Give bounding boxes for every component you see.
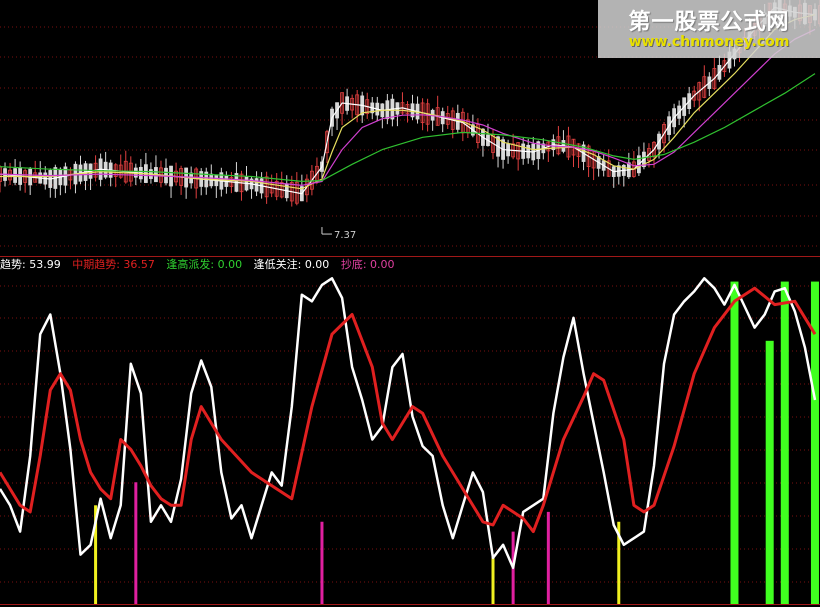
legend-item-bottom-buy: 抄底: 0.00 — [340, 258, 395, 271]
site-watermark: 第一股票公式网 www.chnmoney.com — [598, 0, 820, 58]
watermark-title: 第一股票公式网 — [628, 10, 790, 35]
signal-bar — [134, 482, 138, 604]
signal-bar — [780, 281, 789, 604]
watermark-url: www.chnmoney.com — [628, 34, 790, 50]
signal-bar — [765, 340, 774, 604]
stock-chart: 7.37 — [0, 0, 820, 607]
indicator-legend: 趋势: 53.99 中期趋势: 36.57 逢高派发: 0.00 逢低关注: 0… — [0, 257, 395, 273]
legend-item-short-trend: 趋势: 53.99 — [0, 258, 61, 271]
legend-item-sell-high: 逢高派发: 0.00 — [166, 258, 243, 271]
low-marker-label: 7.37 — [334, 230, 356, 241]
signal-bar — [491, 554, 495, 604]
signal-bar — [546, 511, 550, 604]
signal-bar — [320, 521, 324, 604]
legend-item-mid-trend: 中期趋势: 36.57 — [72, 258, 155, 271]
signal-bar — [730, 281, 739, 604]
legend-item-watch-low: 逢低关注: 0.00 — [253, 258, 330, 271]
